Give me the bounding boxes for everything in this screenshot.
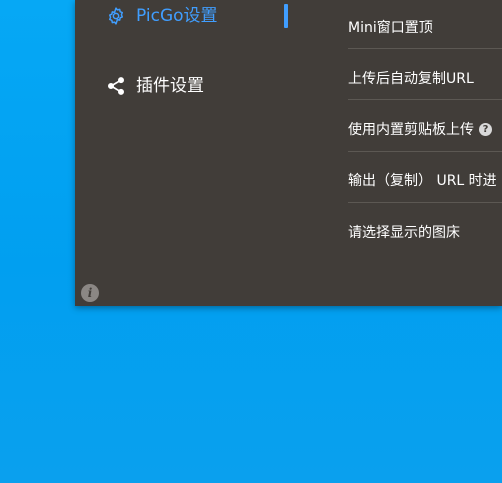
sidebar-item-label: 插件设置 (136, 76, 204, 96)
setting-label: Mini窗口置顶 (348, 20, 433, 36)
share-icon (105, 75, 127, 97)
divider (348, 151, 502, 152)
info-icon[interactable]: i (81, 284, 99, 302)
setting-select-visible-picbed[interactable]: 请选择显示的图床 (348, 207, 502, 257)
divider (348, 48, 502, 49)
setting-label: 请选择显示的图床 (348, 225, 460, 241)
setting-label: 使用内置剪贴板上传 (348, 122, 474, 138)
setting-auto-copy-url[interactable]: 上传后自动复制URL (348, 53, 502, 103)
sidebar-item-plugin-settings[interactable]: 插件设置 (105, 71, 204, 101)
active-indicator (284, 4, 288, 28)
question-icon[interactable]: ? (479, 122, 492, 136)
sidebar-item-label: PicGo设置 (136, 6, 218, 26)
sidebar-item-picgo-settings[interactable]: PicGo设置 (105, 1, 218, 31)
picgo-settings-window: PicGo设置 插件设置 i Mini窗口置顶 上传后自动复制URL 使用内置剪… (75, 0, 502, 306)
setting-label: 输出（复制） URL 时进 (348, 173, 497, 189)
setting-builtin-clipboard-upload[interactable]: 使用内置剪贴板上传 ? (348, 104, 502, 154)
setting-mini-window-top[interactable]: Mini窗口置顶 (348, 2, 502, 52)
divider (348, 99, 502, 100)
sidebar: PicGo设置 插件设置 i (75, 0, 300, 306)
setting-output-url-escape[interactable]: 输出（复制） URL 时进 (348, 155, 502, 205)
gear-icon (105, 5, 127, 27)
setting-label: 上传后自动复制URL (348, 71, 474, 87)
divider (348, 202, 502, 203)
